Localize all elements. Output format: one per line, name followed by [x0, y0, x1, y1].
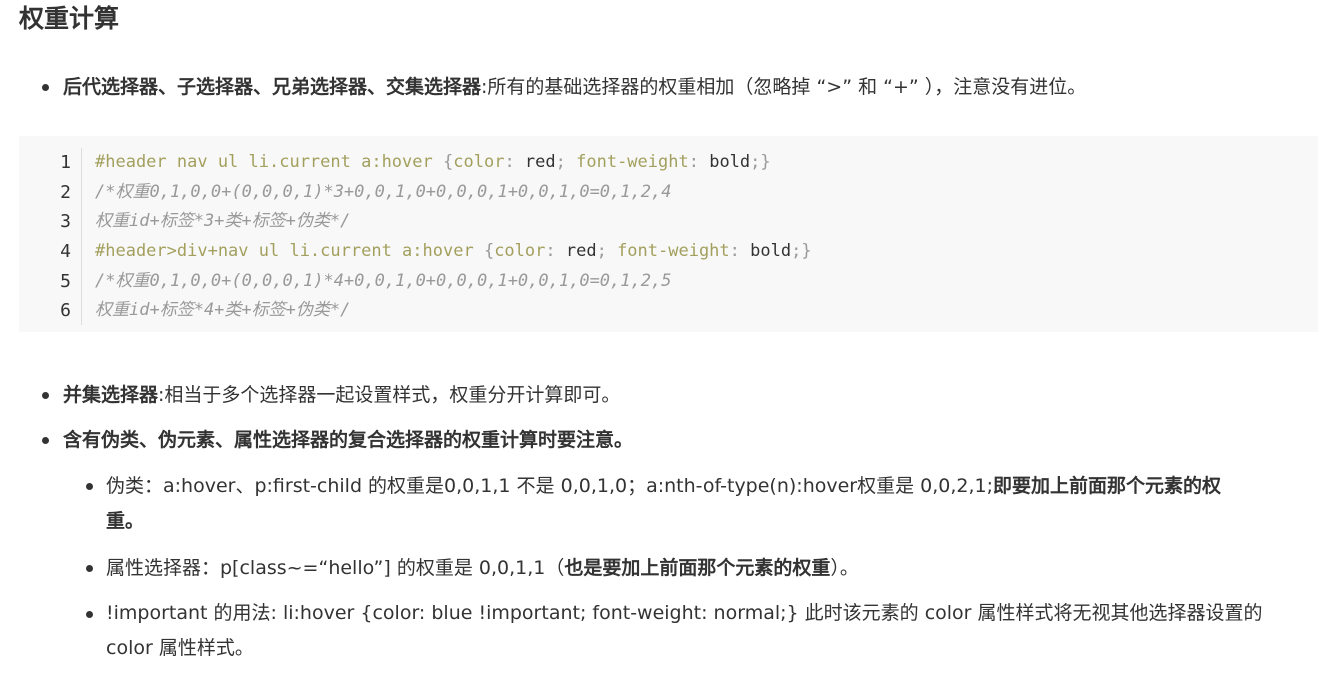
- code-line-2: /*权重0,1,0,0+(0,0,0,1)*3+0,0,1,0+0,0,0,1+…: [95, 182, 672, 202]
- code-line-6: 权重id+标签*4+类+标签+伪类*/: [95, 300, 351, 320]
- sub-item-bold: 即要加上前面那个元素的权: [993, 475, 1222, 497]
- line-number: 4: [60, 241, 71, 262]
- line-number: 2: [60, 182, 71, 203]
- sub-item-attribute-selector: 属性选择器：p[class~=“hello”] 的权重是 0,0,1,1（也是要…: [106, 551, 859, 585]
- line-number: 3: [60, 211, 71, 232]
- sub-item-important: !important 的用法: li:hover {color: blue !i…: [106, 596, 1263, 630]
- list-item-union-selector: 并集选择器:相当于多个选择器一起设置样式，权重分开计算即可。: [63, 378, 620, 412]
- code-brace: {: [443, 152, 454, 172]
- code-brace: ;}: [750, 152, 771, 172]
- list-item-combinator-selectors: 后代选择器、子选择器、兄弟选择器、交集选择器:所有的基础选择器的权重相加（忽略掉…: [63, 70, 1086, 104]
- code-value: bold: [709, 152, 751, 172]
- sub-item-text: 伪类：a:hover、p:first-child 的权重是0,0,1,1 不是 …: [106, 475, 994, 497]
- code-punct: ;: [596, 241, 618, 261]
- bullet-dot: [86, 565, 93, 572]
- sub-item-bold: 也是要加上前面那个元素的权重: [564, 557, 831, 579]
- bullet-dot: [42, 392, 49, 399]
- code-value: bold: [750, 241, 792, 261]
- code-property: font-weight: [617, 241, 730, 261]
- bullet-dot: [86, 483, 93, 490]
- bullet-dot: [42, 84, 49, 91]
- code-punct: :: [729, 241, 751, 261]
- line-number: 5: [60, 271, 71, 292]
- sub-item-text: color 属性样式。: [106, 637, 254, 659]
- item-bold-label: 并集选择器: [63, 384, 159, 406]
- sub-item-pseudo-class-cont: 重。: [106, 504, 144, 538]
- sub-item-text: !important 的用法: li:hover {color: blue !i…: [106, 602, 1263, 624]
- article-page: 权重计算 后代选择器、子选择器、兄弟选择器、交集选择器:所有的基础选择器的权重相…: [0, 0, 1333, 683]
- section-heading: 权重计算: [19, 4, 120, 33]
- code-punct: :: [504, 152, 525, 172]
- code-selector: #header>div+nav ul li.current a:hover: [95, 241, 484, 261]
- code-value: red: [524, 152, 556, 172]
- sub-item-pseudo-class: 伪类：a:hover、p:first-child 的权重是0,0,1,1 不是 …: [106, 469, 1221, 503]
- code-punct: ;: [555, 152, 577, 172]
- item-description: :相当于多个选择器一起设置样式，权重分开计算即可。: [158, 384, 621, 406]
- line-number: 6: [60, 300, 71, 321]
- sub-item-text: 属性选择器：p[class~=“hello”] 的权重是 0,0,1,1（: [106, 557, 565, 579]
- code-property: color: [453, 152, 505, 172]
- item-bold-label: 后代选择器、子选择器、兄弟选择器、交集选择器: [63, 76, 482, 98]
- code-property: font-weight: [576, 152, 689, 172]
- list-item-compound-note: 含有伪类、伪元素、属性选择器的复合选择器的权重计算时要注意。: [63, 423, 633, 457]
- sub-item-tail: ）。: [830, 557, 859, 579]
- code-property: color: [494, 241, 546, 261]
- line-number: 1: [60, 152, 71, 173]
- sub-item-bold: 重。: [106, 510, 145, 532]
- bullet-dot: [86, 611, 93, 618]
- code-line-5: /*权重0,1,0,0+(0,0,0,1)*4+0,0,1,0+0,0,0,1+…: [95, 271, 672, 291]
- code-line-3: 权重id+标签*3+类+标签+伪类*/: [95, 211, 351, 231]
- code-brace: ;}: [791, 241, 812, 261]
- bullet-dot: [42, 437, 49, 444]
- code-line-1: #header nav ul li.current a:hover {color…: [95, 147, 771, 177]
- code-selector: #header nav ul li.current a:hover: [95, 152, 443, 172]
- line-number-gutter: 1 2 3 4 5 6: [19, 148, 82, 325]
- item-bold-label: 含有伪类、伪元素、属性选择器的复合选择器的权重计算时要注意。: [63, 429, 634, 451]
- code-punct: :: [688, 152, 710, 172]
- code-line-4: #header>div+nav ul li.current a:hover {c…: [95, 236, 812, 266]
- code-block: 1 2 3 4 5 6 #header nav ul li.current a:…: [19, 136, 1318, 332]
- code-punct: :: [545, 241, 566, 261]
- code-brace: {: [483, 241, 495, 261]
- item-description: :所有的基础选择器的权重相加（忽略掉 “>” 和 “+” ），注意没有进位。: [481, 76, 1087, 98]
- code-value: red: [565, 241, 597, 261]
- sub-item-important-cont: color 属性样式。: [106, 631, 254, 665]
